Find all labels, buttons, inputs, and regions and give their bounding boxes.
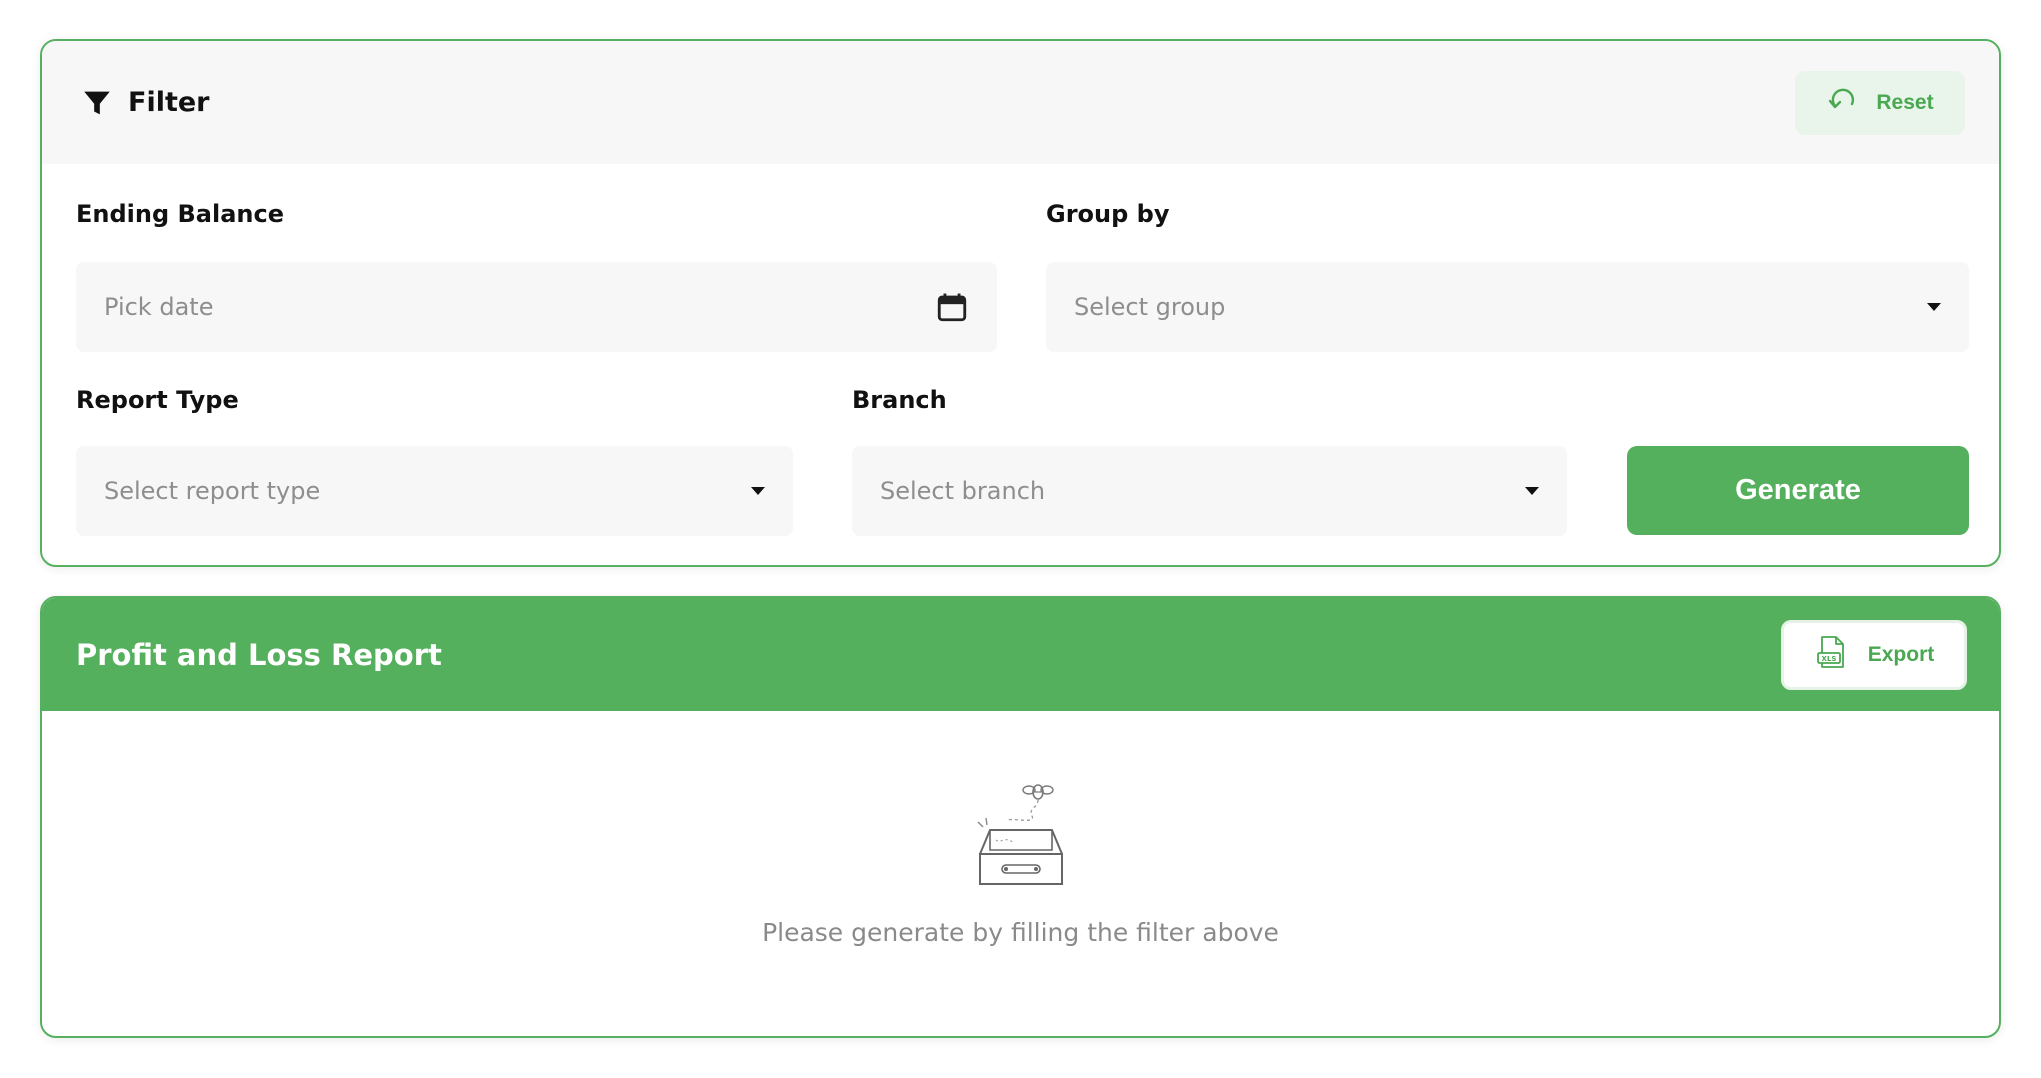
empty-box-bee-icon (966, 778, 1076, 898)
undo-icon (1826, 84, 1858, 122)
filter-title-label: Filter (128, 87, 210, 118)
xls-file-icon: XLS (1814, 634, 1850, 676)
export-button-label: Export (1867, 642, 1935, 666)
filter-title: Filter (80, 86, 210, 120)
group-by-label: Group by (1046, 200, 1170, 228)
branch-placeholder: Select branch (880, 477, 1046, 505)
empty-state-message: Please generate by filling the filter ab… (762, 918, 1279, 947)
filter-panel: Filter Reset Ending Balance Pick date Gr… (40, 39, 2001, 567)
caret-down-icon (751, 487, 765, 495)
reset-button[interactable]: Reset (1795, 70, 1965, 135)
group-by-placeholder: Select group (1074, 293, 1226, 321)
ending-balance-placeholder: Pick date (104, 293, 214, 321)
calendar-icon[interactable] (935, 290, 969, 324)
branch-select[interactable]: Select branch (852, 446, 1567, 536)
branch-label: Branch (852, 386, 947, 414)
ending-balance-label: Ending Balance (76, 200, 285, 228)
report-header: Profit and Loss Report XLS Export (42, 598, 1999, 711)
report-type-placeholder: Select report type (104, 477, 321, 505)
report-type-label: Report Type (76, 386, 239, 414)
empty-state: Please generate by filling the filter ab… (42, 778, 1999, 947)
caret-down-icon (1927, 303, 1941, 311)
funnel-icon (80, 86, 114, 120)
reset-button-label: Reset (1876, 90, 1934, 114)
generate-button[interactable]: Generate (1627, 446, 1969, 535)
report-type-select[interactable]: Select report type (76, 446, 793, 536)
filter-header: Filter Reset (42, 41, 1999, 164)
export-button[interactable]: XLS Export (1781, 619, 1967, 690)
report-panel: Profit and Loss Report XLS Export Please… (40, 596, 2001, 1038)
group-by-select[interactable]: Select group (1046, 262, 1969, 352)
caret-down-icon (1525, 487, 1539, 495)
report-title: Profit and Loss Report (76, 637, 442, 672)
svg-text:XLS: XLS (1821, 655, 1836, 663)
ending-balance-date-input[interactable]: Pick date (76, 262, 997, 352)
